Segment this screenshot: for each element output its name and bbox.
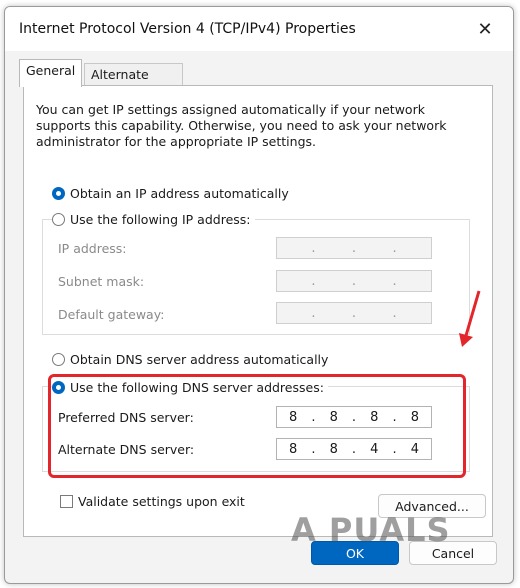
radio-checked-icon (52, 187, 65, 200)
radio-unchecked-icon (52, 213, 65, 226)
tab-general[interactable]: General (19, 59, 83, 87)
description-text: You can get IP settings assigned automat… (36, 102, 447, 149)
use-following-dns-label: Use the following DNS server addresses: (70, 380, 324, 395)
close-button[interactable]: ✕ (467, 15, 503, 43)
default-gateway-input: ... (276, 302, 432, 324)
general-tab-panel: You can get IP settings assigned automat… (23, 85, 493, 537)
tab-alternate-configuration[interactable]: Alternate Configuration (84, 63, 183, 104)
ipv4-properties-dialog: Internet Protocol Version 4 (TCP/IPv4) P… (4, 6, 514, 584)
ip-address-label: IP address: (58, 241, 127, 256)
ip-address-input: ... (276, 237, 432, 259)
validate-settings-label: Validate settings upon exit (78, 494, 245, 509)
obtain-dns-auto-radio[interactable]: Obtain DNS server address automatically (52, 352, 328, 367)
subnet-mask-input: ... (276, 270, 432, 292)
close-icon: ✕ (477, 18, 493, 40)
window-title: Internet Protocol Version 4 (TCP/IPv4) P… (19, 21, 356, 37)
obtain-dns-auto-label: Obtain DNS server address automatically (70, 352, 329, 367)
title-bar: Internet Protocol Version 4 (TCP/IPv4) P… (5, 7, 513, 51)
cancel-button[interactable]: Cancel (409, 541, 497, 565)
default-gateway-label: Default gateway: (58, 307, 165, 322)
preferred-dns-input[interactable]: 8. 8. 8. 8 (276, 406, 432, 428)
alternate-dns-label: Alternate DNS server: (58, 442, 195, 457)
preferred-dns-label: Preferred DNS server: (58, 410, 194, 425)
validate-settings-checkbox[interactable]: Validate settings upon exit (60, 494, 245, 509)
radio-unchecked-icon (52, 353, 65, 366)
use-following-ip-label: Use the following IP address: (70, 212, 251, 227)
obtain-ip-auto-radio[interactable]: Obtain an IP address automatically (52, 186, 289, 201)
alternate-dns-input[interactable]: 8. 8. 4. 4 (276, 438, 432, 460)
ok-button[interactable]: OK (311, 541, 399, 565)
use-following-dns-radio[interactable]: Use the following DNS server addresses: (52, 380, 328, 395)
advanced-button[interactable]: Advanced... (378, 494, 486, 518)
obtain-ip-auto-label: Obtain an IP address automatically (70, 186, 289, 201)
checkbox-unchecked-icon (60, 495, 73, 508)
radio-checked-icon (52, 381, 65, 394)
subnet-mask-label: Subnet mask: (58, 274, 145, 289)
use-following-ip-radio[interactable]: Use the following IP address: (52, 212, 255, 227)
